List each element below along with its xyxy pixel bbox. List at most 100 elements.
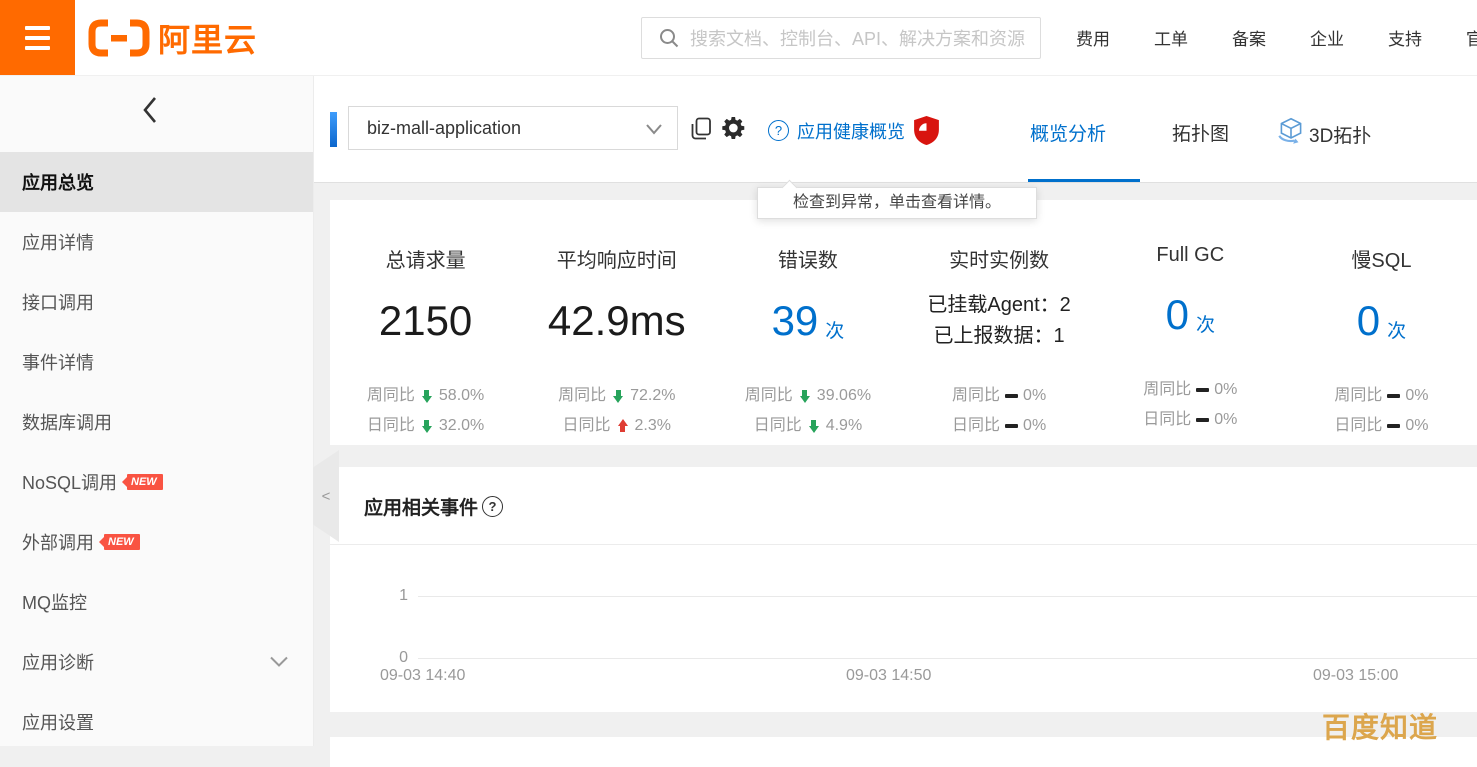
x-axis-tick: 09-03 15:00 — [1313, 667, 1398, 685]
sidebar-item[interactable]: 应用详情 — [0, 212, 313, 272]
comparison-label: 周同比 — [367, 381, 415, 411]
instance-line: 已挂载Agent：2 — [927, 290, 1070, 321]
comparison-value: 2.3% — [635, 411, 671, 441]
sidebar-item-label: 数据库调用 — [22, 409, 112, 435]
stat-value-area: 0次 — [1286, 283, 1477, 359]
comparison-row: 周同比58.0% — [330, 381, 521, 411]
stat-value-area: 已挂载Agent：2已上报数据：1 — [904, 283, 1095, 359]
stat-comparisons: 周同比0%日同比0% — [1286, 381, 1477, 441]
comparison-row: 日同比0% — [1095, 405, 1286, 435]
alicloud-logo[interactable]: 阿里云 — [88, 0, 257, 75]
chevron-left-icon: < — [322, 488, 331, 505]
tab-label: 拓扑图 — [1172, 119, 1229, 146]
sidebar-item[interactable]: 应用诊断 — [0, 632, 313, 692]
comparison-value: 0% — [1023, 381, 1046, 411]
stat-title: 总请求量 — [330, 244, 521, 273]
stat-title: Full GC — [1095, 244, 1286, 267]
new-badge: NEW — [104, 534, 140, 550]
sidebar-item[interactable]: 应用设置 — [0, 692, 313, 752]
comparison-row: 周同比0% — [1286, 381, 1477, 411]
comparison-row: 日同比0% — [904, 411, 1095, 441]
search-placeholder: 搜索文档、控制台、API、解决方案和资源 — [690, 25, 1025, 51]
sidebar-item-label: 应用诊断 — [22, 649, 94, 675]
comparison-row: 日同比 2.3% — [521, 411, 712, 441]
main-content: biz-mall-application ? 应用健康概览 概览分析拓扑图3D — [313, 75, 1477, 746]
events-title: 应用相关事件 — [364, 493, 478, 520]
sidebar-item[interactable]: 数据库调用 — [0, 392, 313, 452]
stat-value: 39 — [772, 300, 819, 342]
comparison-label: 日同比 — [1143, 405, 1191, 435]
hamburger-menu-button[interactable] — [0, 0, 75, 75]
search-input[interactable]: 搜索文档、控制台、API、解决方案和资源 — [641, 17, 1041, 59]
nav-item[interactable]: 备案 — [1232, 25, 1266, 50]
x-axis-tick: 09-03 14:50 — [846, 667, 931, 685]
sidebar-item-label: 外部调用 — [22, 529, 94, 555]
tooltip-text: 检查到异常，单击查看详情。 — [793, 194, 1001, 211]
tab-3[interactable]: 3D拓扑 — [1275, 115, 1371, 153]
nav-item[interactable]: 工单 — [1154, 25, 1188, 50]
comparison-label: 日同比 — [1334, 411, 1382, 441]
stat-title: 慢SQL — [1286, 244, 1477, 273]
sidebar-item-label: MQ监控 — [22, 589, 87, 615]
nav-item[interactable]: 支持 — [1388, 25, 1422, 50]
arrow-down-icon — [807, 419, 821, 433]
help-circle-icon[interactable]: ? — [482, 496, 503, 517]
toolbar: biz-mall-application ? 应用健康概览 概览分析拓扑图3D — [313, 75, 1477, 183]
sidebar-collapse-button[interactable] — [141, 95, 159, 130]
next-section-card — [330, 737, 1477, 767]
nav-item[interactable]: 官网 — [1466, 25, 1477, 50]
stat-value: 42.9ms — [548, 300, 686, 342]
comparison-row: 日同比0% — [1286, 411, 1477, 441]
sidebar-item[interactable]: MQ监控 — [0, 572, 313, 632]
comparison-value: 0% — [1023, 411, 1046, 441]
gridline — [418, 658, 1477, 659]
stat-comparisons: 周同比0%日同比0% — [1095, 375, 1286, 435]
comparison-label: 日同比 — [367, 411, 415, 441]
stat-comparisons: 周同比39.06%日同比4.9% — [712, 381, 903, 441]
stat-value-area: 39次 — [712, 283, 903, 359]
instance-lines: 已挂载Agent：2已上报数据：1 — [927, 290, 1070, 352]
hamburger-icon — [25, 26, 50, 30]
sidebar-item[interactable]: 外部调用 NEW — [0, 512, 313, 572]
chevron-left-icon — [141, 95, 159, 125]
dash-flat-icon — [1196, 418, 1209, 422]
stat-unit: 次 — [1196, 310, 1215, 337]
nav-item[interactable]: 企业 — [1310, 25, 1344, 50]
sidebar-item-label: 应用设置 — [22, 709, 94, 735]
sidebar-item[interactable]: 事件详情 — [0, 332, 313, 392]
comparison-label: 日同比 — [563, 411, 611, 441]
x-axis-tick: 09-03 14:40 — [380, 667, 465, 685]
chevron-down-icon — [269, 652, 289, 673]
stat-card: 平均响应时间42.9ms周同比72.2%日同比2.3% — [521, 200, 712, 445]
stat-card: 实时实例数已挂载Agent：2已上报数据：1周同比0%日同比0% — [904, 200, 1095, 445]
sidebar-item[interactable]: 接口调用 — [0, 272, 313, 332]
sidebar-menu: 应用总览应用详情接口调用事件详情数据库调用 NoSQL调用NEW 外部调用 NEW MQ… — [0, 152, 313, 752]
comparison-label: 周同比 — [1143, 375, 1191, 405]
tab-1[interactable]: 概览分析 — [1030, 119, 1106, 146]
arrow-down-icon — [420, 389, 434, 403]
instance-line: 已上报数据：1 — [927, 321, 1070, 352]
comparison-row: 日同比4.9% — [712, 411, 903, 441]
arrow-down-icon — [611, 389, 625, 403]
comparison-value: 32.0% — [439, 411, 484, 441]
stat-card: 总请求量 2150 周同比58.0%日同比 32.0% — [330, 200, 521, 445]
tab-label: 3D拓扑 — [1309, 121, 1371, 148]
comparison-row: 周同比0% — [1095, 375, 1286, 405]
stat-value-area: 42.9ms — [521, 283, 712, 359]
comparison-row: 周同比39.06% — [712, 381, 903, 411]
sidebar-item-label: 应用详情 — [22, 229, 94, 255]
tab-2[interactable]: 拓扑图 — [1172, 119, 1229, 146]
dash-flat-icon — [1387, 394, 1400, 398]
stat-value-area: 0次 — [1095, 277, 1286, 353]
comparison-label: 周同比 — [952, 381, 1000, 411]
stat-value-area: 2150 — [330, 283, 521, 359]
alicloud-logo-icon — [88, 18, 150, 58]
stat-value: 0 — [1166, 294, 1189, 336]
sidebar-item[interactable]: NoSQL调用NEW — [0, 452, 313, 512]
sidebar-item[interactable]: 应用总览 — [0, 152, 313, 212]
tab-bar: 概览分析 拓扑图 3D拓扑 — [313, 75, 1477, 182]
watermark: 百度知道 — [1322, 706, 1438, 746]
stat-title: 错误数 — [712, 244, 903, 273]
nav-item[interactable]: 费用 — [1076, 25, 1110, 50]
health-tooltip: 检查到异常，单击查看详情。 — [757, 187, 1037, 219]
